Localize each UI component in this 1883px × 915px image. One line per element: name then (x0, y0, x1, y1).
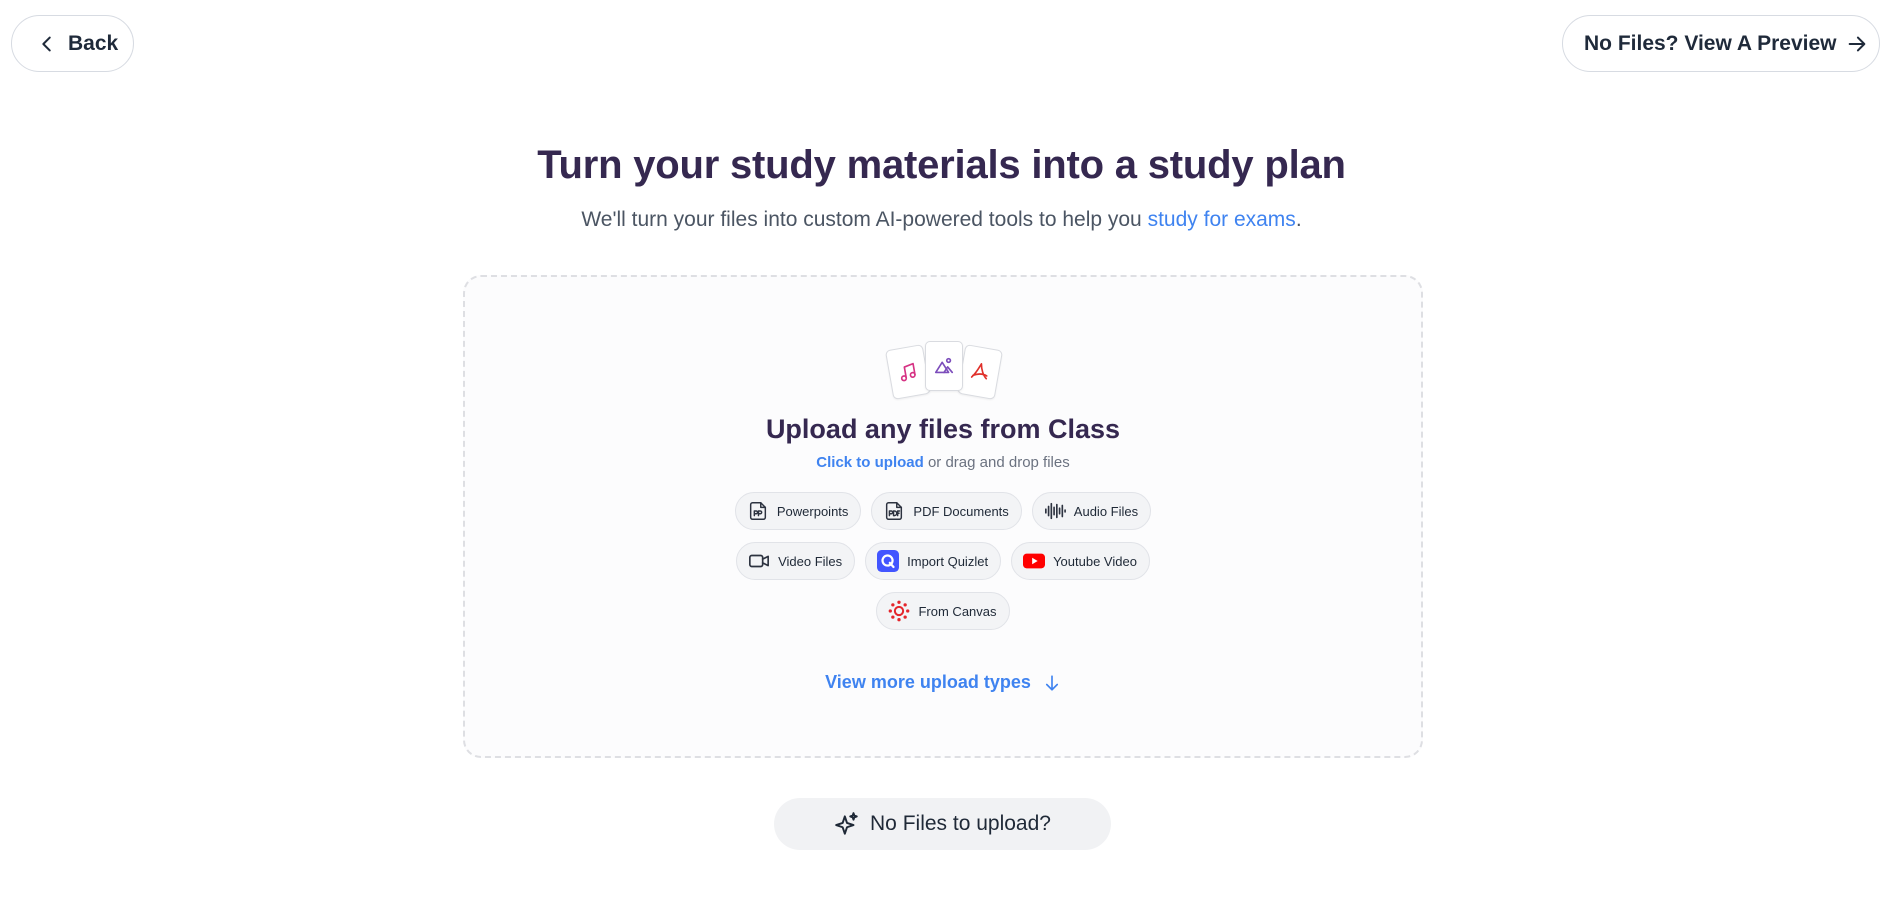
subtitle-suffix: . (1295, 208, 1302, 231)
chip-label: Video Files (778, 553, 843, 569)
subtitle-text: We'll turn your files into custom AI-pow… (581, 208, 1148, 231)
page-subtitle: We'll turn your files into custom AI-pow… (0, 208, 1883, 232)
chevron-left-icon (42, 36, 51, 51)
click-to-upload-link[interactable]: Click to upload (816, 454, 924, 471)
back-label: Back (68, 31, 119, 55)
chip-label: Youtube Video (1053, 553, 1137, 569)
file-types-illustration (884, 339, 1005, 401)
video-camera-icon (749, 554, 770, 568)
arrow-down-icon (1045, 674, 1058, 691)
chip-label: PDF Documents (913, 503, 1009, 519)
upload-title: Upload any files from Class (765, 414, 1121, 444)
view-more-label: View more upload types (825, 672, 1031, 692)
study-for-exams-link[interactable]: study for exams (1148, 208, 1296, 231)
chip-label: Import Quizlet (907, 553, 989, 569)
chip-video-files[interactable]: Video Files (736, 542, 856, 580)
chip-label: Audio Files (1073, 503, 1139, 519)
pdf-document-icon (886, 502, 903, 520)
back-button[interactable]: Back (11, 15, 134, 72)
arrow-right-icon (1849, 36, 1866, 51)
music-note-icon (900, 362, 916, 382)
view-preview-button[interactable]: No Files? View A Preview (1562, 15, 1880, 72)
chip-label: Powerpoints (776, 503, 849, 519)
chip-audio-files[interactable]: Audio Files (1031, 492, 1152, 530)
youtube-icon (1023, 553, 1046, 569)
image-icon (934, 357, 954, 374)
pdf-icon (970, 363, 988, 380)
audio-waveform-icon (1044, 502, 1066, 520)
no-files-label: No Files to upload? (870, 812, 1051, 835)
no-files-to-upload-button[interactable]: No Files to upload? (774, 798, 1111, 850)
upload-types-row-3: From Canvas (465, 592, 1421, 630)
pdf-file-card (956, 344, 1004, 400)
upload-types-row-1: Powerpoints PDF Documents Audio Files (465, 492, 1421, 530)
quizlet-icon (877, 550, 900, 572)
chip-pdf-documents[interactable]: PDF Documents (871, 492, 1022, 530)
chip-powerpoints[interactable]: Powerpoints (734, 492, 862, 530)
view-more-upload-types-link[interactable]: View more upload types (465, 672, 1421, 693)
preview-label: No Files? View A Preview (1584, 31, 1837, 55)
upload-dropzone[interactable]: Upload any files from Class Click to upl… (463, 275, 1423, 758)
page-title: Turn your study materials into a study p… (537, 143, 1346, 187)
chip-import-quizlet[interactable]: Import Quizlet (865, 542, 1002, 580)
drag-drop-hint: or drag and drop files (923, 454, 1070, 471)
upload-hint: Click to upload or drag and drop files (465, 454, 1421, 471)
powerpoint-icon (749, 502, 766, 520)
chip-label: From Canvas (918, 603, 997, 619)
chip-from-canvas[interactable]: From Canvas (876, 592, 1010, 630)
chip-youtube-video[interactable]: Youtube Video (1011, 542, 1150, 580)
sparkles-icon (835, 812, 858, 835)
image-file-card (925, 341, 963, 391)
canvas-icon (889, 600, 910, 622)
upload-types-row-2: Video Files Import Quizlet Youtube Video (465, 542, 1421, 580)
